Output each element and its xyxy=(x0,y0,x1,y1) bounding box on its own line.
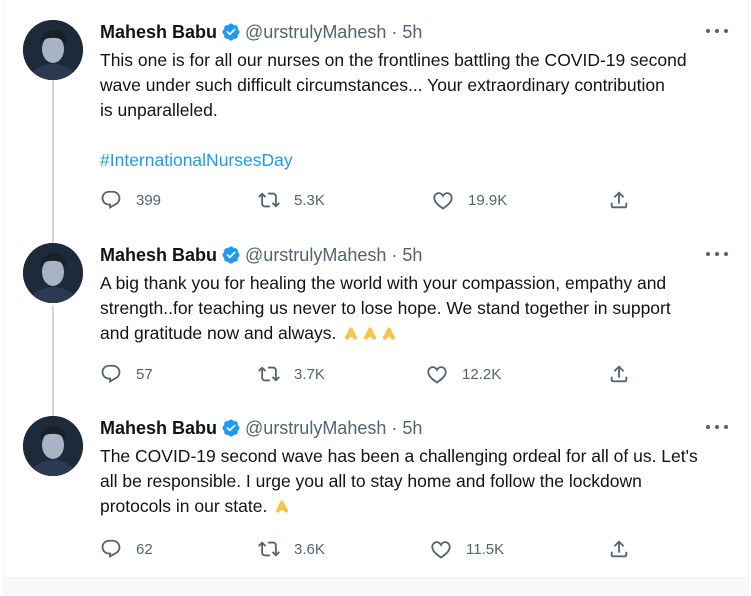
tweet-actions: 57 3.7K 12.2K xyxy=(100,362,640,386)
reply-icon xyxy=(101,364,121,383)
display-name[interactable]: Mahesh Babu xyxy=(100,418,217,439)
share-button[interactable] xyxy=(608,537,644,561)
share-button[interactable] xyxy=(608,362,644,386)
like-button[interactable]: 19.9K xyxy=(432,188,507,212)
timestamp[interactable]: 5h xyxy=(402,22,422,43)
tweet-text-line: all be responsible. I urge you all to st… xyxy=(100,471,642,491)
like-icon xyxy=(431,541,451,559)
tweet[interactable]: Mahesh Babu @urstrulyMahesh · 5h A big t… xyxy=(0,243,751,393)
avatar[interactable] xyxy=(23,20,83,80)
tweet-text-line: protocols in our state. xyxy=(100,494,730,519)
reply-count: 57 xyxy=(136,365,153,383)
avatar[interactable] xyxy=(23,416,83,476)
verified-badge-icon xyxy=(221,22,241,42)
separator-dot: · xyxy=(391,21,398,42)
tweet-actions: 399 5.3K 19.9K xyxy=(100,188,640,212)
separator-dot: · xyxy=(391,417,398,438)
folded-hands-emoji xyxy=(363,326,377,341)
tweet-text-line: wave under such difficult circumstances.… xyxy=(100,75,665,95)
reply-icon xyxy=(101,190,121,209)
more-options-icon[interactable] xyxy=(706,245,728,263)
tweet-text-line: The COVID-19 second wave has been a chal… xyxy=(100,446,698,466)
like-count: 11.5K xyxy=(466,540,505,558)
retweet-icon xyxy=(258,541,280,557)
tweet-text-segment: protocols in our state. xyxy=(100,496,268,516)
tweet[interactable]: Mahesh Babu @urstrulyMahesh · 5h The COV… xyxy=(0,416,751,566)
reply-count: 399 xyxy=(136,191,162,209)
retweet-count: 5.3K xyxy=(294,191,325,209)
folded-hands-emoji xyxy=(275,499,289,514)
retweet-icon xyxy=(258,366,280,382)
display-name[interactable]: Mahesh Babu xyxy=(100,245,217,266)
share-button[interactable] xyxy=(608,188,644,212)
verified-badge-icon xyxy=(221,245,241,265)
folded-hands-emoji xyxy=(344,326,358,341)
more-options-icon[interactable] xyxy=(706,418,728,436)
tweet[interactable]: Mahesh Babu @urstrulyMahesh · 5h This on… xyxy=(0,20,751,220)
retweet-icon xyxy=(258,192,280,208)
reply-icon xyxy=(101,539,121,558)
like-button[interactable]: 11.5K xyxy=(430,537,504,561)
retweet-button[interactable]: 3.6K xyxy=(258,537,325,561)
like-count: 12.2K xyxy=(462,365,502,383)
retweet-count: 3.6K xyxy=(294,540,325,558)
bottom-strip xyxy=(3,577,749,596)
more-options-icon[interactable] xyxy=(706,22,728,40)
reply-button[interactable]: 399 xyxy=(100,188,161,212)
user-handle[interactable]: @urstrulyMahesh xyxy=(245,245,386,266)
avatar[interactable] xyxy=(23,243,83,303)
like-count: 19.9K xyxy=(468,191,508,209)
like-button[interactable]: 12.2K xyxy=(426,362,501,386)
user-handle[interactable]: @urstrulyMahesh xyxy=(245,22,386,43)
folded-hands-emoji-group xyxy=(341,323,398,343)
hashtag-link[interactable]: #InternationalNursesDay xyxy=(100,148,730,173)
retweet-count: 3.7K xyxy=(294,365,325,383)
tweet-header: Mahesh Babu @urstrulyMahesh · 5h xyxy=(100,243,422,267)
tweet-text-line: is unparalleled. xyxy=(100,100,218,120)
retweet-button[interactable]: 3.7K xyxy=(258,362,325,386)
tweet-text: A big thank you for healing the world wi… xyxy=(100,271,730,346)
tweet-text: This one is for all our nurses on the fr… xyxy=(100,48,730,173)
tweet-text-line: A big thank you for healing the world wi… xyxy=(100,273,667,293)
share-icon xyxy=(610,540,628,558)
tweet-text-line: and gratitude now and always. xyxy=(100,321,730,346)
tweet-text-line: strength..for teaching us never to lose … xyxy=(100,298,671,318)
retweet-button[interactable]: 5.3K xyxy=(258,188,325,212)
user-handle[interactable]: @urstrulyMahesh xyxy=(245,418,386,439)
share-icon xyxy=(610,365,628,383)
tweet-header: Mahesh Babu @urstrulyMahesh · 5h xyxy=(100,20,422,44)
reply-button[interactable]: 62 xyxy=(100,537,153,561)
verified-badge-icon xyxy=(221,418,241,438)
tweet-text-segment: and gratitude now and always. xyxy=(100,323,337,343)
reply-button[interactable]: 57 xyxy=(100,362,153,386)
like-icon xyxy=(427,366,447,384)
share-icon xyxy=(610,191,628,209)
separator-dot: · xyxy=(391,244,398,265)
tweet-header: Mahesh Babu @urstrulyMahesh · 5h xyxy=(100,416,422,440)
timestamp[interactable]: 5h xyxy=(402,245,422,266)
timestamp[interactable]: 5h xyxy=(402,418,422,439)
tweet-text: The COVID-19 second wave has been a chal… xyxy=(100,444,730,519)
tweet-text-line: This one is for all our nurses on the fr… xyxy=(100,50,687,70)
display-name[interactable]: Mahesh Babu xyxy=(100,22,217,43)
tweet-actions: 62 3.6K 11.5K xyxy=(100,537,640,561)
like-icon xyxy=(433,192,453,210)
folded-hands-emoji xyxy=(382,326,396,341)
reply-count: 62 xyxy=(136,540,153,558)
